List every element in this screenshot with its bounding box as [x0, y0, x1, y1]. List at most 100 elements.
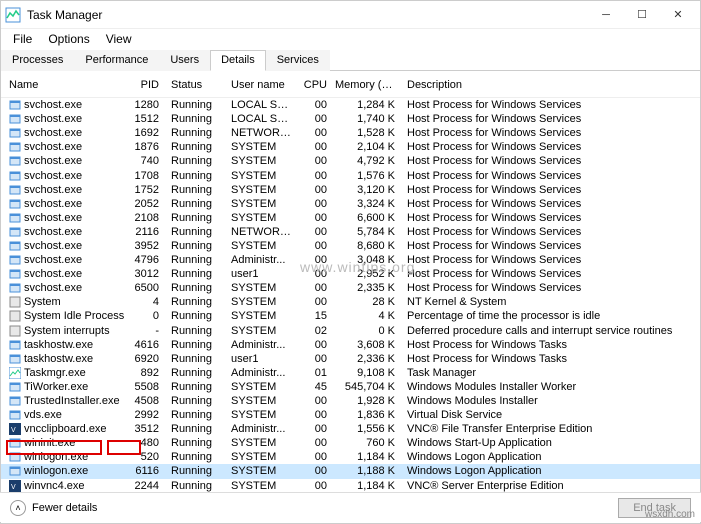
- table-row[interactable]: System Idle Process0RunningSYSTEM154 KPe…: [1, 309, 700, 323]
- process-description: Virtual Disk Service: [399, 409, 696, 421]
- table-row[interactable]: svchost.exe740RunningSYSTEM004,792 KHost…: [1, 154, 700, 168]
- process-user: SYSTEM: [225, 141, 297, 153]
- process-description: Host Process for Windows Services: [399, 212, 696, 224]
- process-name: svchost.exe: [24, 240, 82, 252]
- process-cpu: 00: [297, 127, 331, 139]
- process-pid: 3012: [125, 268, 163, 280]
- process-name: svchost.exe: [24, 155, 82, 167]
- table-row[interactable]: TrustedInstaller.exe4508RunningSYSTEM001…: [1, 394, 700, 408]
- minimize-button[interactable]: ─: [588, 1, 624, 29]
- table-row[interactable]: svchost.exe3952RunningSYSTEM008,680 KHos…: [1, 239, 700, 253]
- table-row[interactable]: Vvncclipboard.exe3512RunningAdministr...…: [1, 422, 700, 436]
- process-status: Running: [163, 367, 225, 379]
- process-name: svchost.exe: [24, 282, 82, 294]
- end-task-button[interactable]: End task: [618, 498, 691, 518]
- process-cpu: 00: [297, 339, 331, 351]
- table-row[interactable]: svchost.exe1708RunningSYSTEM001,576 KHos…: [1, 168, 700, 182]
- table-row[interactable]: svchost.exe1752RunningSYSTEM003,120 KHos…: [1, 183, 700, 197]
- process-user: SYSTEM: [225, 170, 297, 182]
- process-pid: 2052: [125, 198, 163, 210]
- table-row[interactable]: taskhostw.exe4616RunningAdministr...003,…: [1, 338, 700, 352]
- menu-view[interactable]: View: [98, 30, 140, 48]
- table-row[interactable]: winlogon.exe6116RunningSYSTEM001,188 KWi…: [1, 464, 700, 478]
- table-row[interactable]: svchost.exe1512RunningLOCAL SE...001,740…: [1, 112, 700, 126]
- col-status[interactable]: Status: [163, 77, 225, 93]
- table-row[interactable]: svchost.exe3012Runninguser1002,952 KHost…: [1, 267, 700, 281]
- process-icon: [9, 226, 21, 238]
- table-row[interactable]: System interrupts-RunningSYSTEM020 KDefe…: [1, 324, 700, 338]
- process-user: SYSTEM: [225, 409, 297, 421]
- table-row[interactable]: vds.exe2992RunningSYSTEM001,836 KVirtual…: [1, 408, 700, 422]
- table-row[interactable]: svchost.exe1876RunningSYSTEM002,104 KHos…: [1, 140, 700, 154]
- process-cpu: 00: [297, 437, 331, 449]
- process-description: Host Process for Windows Services: [399, 240, 696, 252]
- table-row[interactable]: svchost.exe2052RunningSYSTEM003,324 KHos…: [1, 197, 700, 211]
- table-row[interactable]: svchost.exe1280RunningLOCAL SE...001,284…: [1, 98, 700, 112]
- table-row[interactable]: svchost.exe4796RunningAdministr...003,04…: [1, 253, 700, 267]
- table-row[interactable]: svchost.exe1692RunningNETWORK...001,528 …: [1, 126, 700, 140]
- process-user: SYSTEM: [225, 240, 297, 252]
- col-memory[interactable]: Memory (p...: [331, 77, 399, 93]
- process-pid: 740: [125, 155, 163, 167]
- table-row[interactable]: Vwinvnc4.exe2244RunningSYSTEM001,184 KVN…: [1, 479, 700, 493]
- tab-processes[interactable]: Processes: [1, 50, 74, 71]
- col-description[interactable]: Description: [399, 77, 696, 93]
- table-row[interactable]: Taskmgr.exe892RunningAdministr...019,108…: [1, 366, 700, 380]
- process-icon: [9, 437, 21, 449]
- table-row[interactable]: wininit.exe480RunningSYSTEM00760 KWindow…: [1, 436, 700, 450]
- process-status: Running: [163, 155, 225, 167]
- menu-file[interactable]: File: [5, 30, 40, 48]
- fewer-details-button[interactable]: ˄ Fewer details: [10, 500, 97, 516]
- process-icon: [9, 212, 21, 224]
- table-row[interactable]: taskhostw.exe6920Runninguser1002,336 KHo…: [1, 352, 700, 366]
- process-user: Administr...: [225, 367, 297, 379]
- process-status: Running: [163, 395, 225, 407]
- process-name: svchost.exe: [24, 170, 82, 182]
- process-description: Host Process for Windows Services: [399, 226, 696, 238]
- process-icon: [9, 99, 21, 111]
- process-user: SYSTEM: [225, 325, 297, 337]
- process-icon: V: [9, 480, 21, 492]
- process-description: Host Process for Windows Services: [399, 113, 696, 125]
- process-description: Windows Modules Installer Worker: [399, 381, 696, 393]
- close-button[interactable]: ✕: [660, 1, 696, 29]
- tab-performance[interactable]: Performance: [74, 50, 159, 71]
- col-cpu[interactable]: CPU: [297, 77, 331, 93]
- process-status: Running: [163, 325, 225, 337]
- process-pid: 480: [125, 437, 163, 449]
- menu-options[interactable]: Options: [40, 30, 97, 48]
- process-cpu: 01: [297, 367, 331, 379]
- process-description: Task Manager: [399, 367, 696, 379]
- process-description: Windows Modules Installer: [399, 395, 696, 407]
- process-cpu: 00: [297, 480, 331, 492]
- chevron-up-icon: ˄: [10, 500, 26, 516]
- col-user[interactable]: User name: [225, 77, 297, 93]
- table-row[interactable]: svchost.exe6500RunningSYSTEM002,335 KHos…: [1, 281, 700, 295]
- process-icon: [9, 141, 21, 153]
- table-row[interactable]: svchost.exe2116RunningNETWORK...005,784 …: [1, 225, 700, 239]
- process-icon: [9, 127, 21, 139]
- process-pid: 6500: [125, 282, 163, 294]
- process-pid: 3512: [125, 423, 163, 435]
- process-name: winlogon.exe: [24, 465, 88, 477]
- table-row[interactable]: svchost.exe2108RunningSYSTEM006,600 KHos…: [1, 211, 700, 225]
- table-row[interactable]: System4RunningSYSTEM0028 KNT Kernel & Sy…: [1, 295, 700, 309]
- process-icon: [9, 282, 21, 294]
- process-cpu: 00: [297, 184, 331, 196]
- process-name: svchost.exe: [24, 254, 82, 266]
- process-pid: 4796: [125, 254, 163, 266]
- process-user: user1: [225, 268, 297, 280]
- process-memory: 9,108 K: [331, 367, 399, 379]
- process-list[interactable]: svchost.exe1280RunningLOCAL SE...001,284…: [1, 98, 700, 493]
- process-memory: 3,608 K: [331, 339, 399, 351]
- tab-services[interactable]: Services: [266, 50, 330, 71]
- table-row[interactable]: winlogon.exe520RunningSYSTEM001,184 KWin…: [1, 450, 700, 464]
- maximize-button[interactable]: ☐: [624, 1, 660, 29]
- process-user: SYSTEM: [225, 451, 297, 463]
- col-name[interactable]: Name: [5, 77, 125, 93]
- col-pid[interactable]: PID: [125, 77, 163, 93]
- process-pid: 1752: [125, 184, 163, 196]
- tab-users[interactable]: Users: [159, 50, 210, 71]
- table-row[interactable]: TiWorker.exe5508RunningSYSTEM45545,704 K…: [1, 380, 700, 394]
- tab-details[interactable]: Details: [210, 50, 266, 71]
